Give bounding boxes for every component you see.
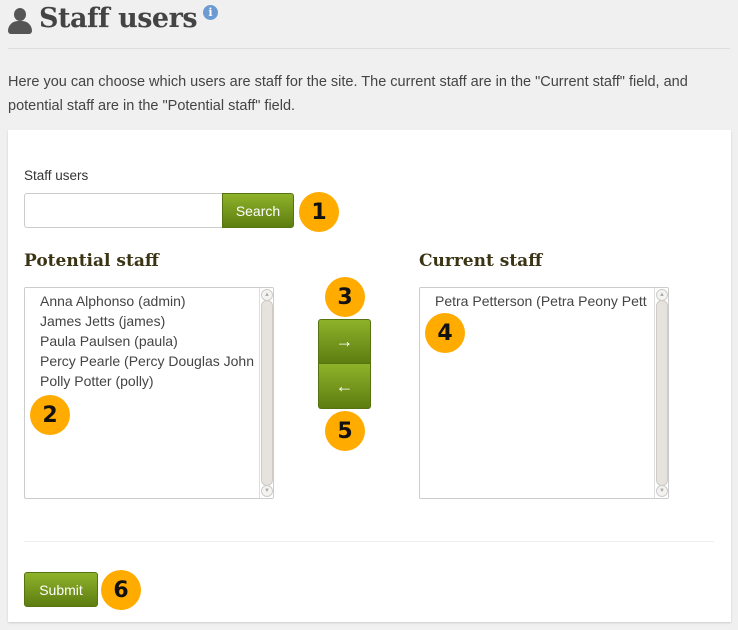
potential-scrollbar[interactable]: ▲ ▼ — [259, 288, 273, 498]
annotation-badge-2: 2 — [30, 395, 70, 435]
list-item[interactable]: Paula Paulsen (paula) — [40, 331, 273, 351]
potential-staff-title: Potential staff — [24, 251, 159, 271]
scroll-down-icon[interactable]: ▼ — [656, 485, 668, 497]
annotation-badge-5: 5 — [325, 411, 365, 451]
search-button[interactable]: Search — [222, 193, 294, 228]
page-description: Here you can choose which users are staf… — [8, 74, 688, 114]
page-header: Staff users — [8, 2, 198, 34]
staff-search-input[interactable] — [24, 193, 224, 228]
annotation-badge-6: 6 — [101, 570, 141, 610]
move-to-current-button[interactable]: → — [318, 319, 371, 364]
scroll-thumb[interactable] — [261, 300, 273, 486]
list-item[interactable]: Petra Petterson (Petra Peony Pett — [435, 291, 668, 311]
annotation-badge-3: 3 — [325, 277, 365, 317]
current-staff-title: Current staff — [419, 251, 543, 271]
list-item[interactable]: Polly Potter (polly) — [40, 371, 273, 391]
current-scrollbar[interactable]: ▲ ▼ — [654, 288, 668, 498]
staff-form-panel: Staff users Search 1 Potential staff Ann… — [8, 130, 731, 622]
annotation-badge-4: 4 — [425, 313, 465, 353]
potential-staff-listbox[interactable]: Anna Alphonso (admin) James Jetts (james… — [24, 287, 274, 499]
list-item[interactable]: Percy Pearle (Percy Douglas John — [40, 351, 273, 371]
info-icon[interactable]: i — [203, 5, 218, 20]
move-to-potential-button[interactable]: ← — [318, 364, 371, 409]
scroll-thumb[interactable] — [656, 300, 668, 486]
staff-users-label: Staff users — [24, 168, 89, 183]
arrow-left-icon: ← — [335, 375, 354, 396]
list-item[interactable]: Anna Alphonso (admin) — [40, 291, 273, 311]
current-staff-list: Petra Petterson (Petra Peony Pett — [420, 288, 668, 311]
annotation-badge-1: 1 — [299, 192, 339, 232]
form-divider — [24, 541, 714, 542]
list-item[interactable]: James Jetts (james) — [40, 311, 273, 331]
scroll-down-icon[interactable]: ▼ — [261, 485, 273, 497]
header-divider — [8, 48, 730, 49]
user-icon — [8, 8, 32, 34]
page-title: Staff users — [39, 2, 198, 34]
submit-button[interactable]: Submit — [24, 572, 98, 607]
arrow-right-icon: → — [335, 331, 354, 351]
potential-staff-list: Anna Alphonso (admin) James Jetts (james… — [25, 288, 273, 391]
